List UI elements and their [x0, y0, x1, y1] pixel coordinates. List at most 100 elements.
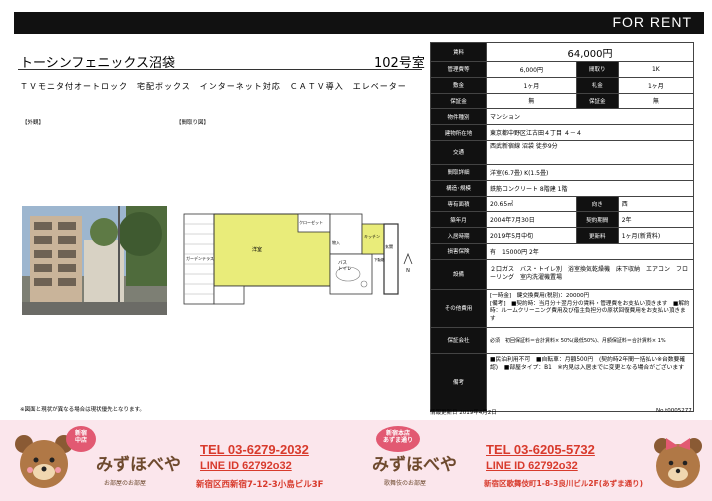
rent-value: 64,000円: [486, 42, 694, 62]
built-value: 2004年7月30日: [486, 211, 577, 229]
address-value: 東京都中野区江古田４丁目 ４－４: [486, 124, 694, 141]
brand-logo: みずほべや: [372, 455, 457, 475]
facilities-value: ２口ガス バス・トイレ別 浴室換気乾燥機 床下収納 エアコン フローリング 室内…: [486, 258, 694, 290]
spec-row-other: その他費用 [一時金] 鍵交換費用(税別)：20000円 [備考] ■契約時：当…: [430, 288, 694, 328]
renewal-value: 1ヶ月(新賃料): [617, 227, 695, 244]
for-rent-label: FOR RENT: [612, 14, 692, 30]
transport-value: 西武新宿線 沼袋 徒歩9分: [486, 139, 694, 165]
renewal-label: 更新料: [575, 227, 619, 244]
insurance-value: 有 15000円 2年: [486, 242, 694, 260]
header-bar: FOR RENT: [14, 12, 704, 34]
transport-label: 交通: [430, 139, 487, 165]
built-label: 築年月: [430, 211, 487, 229]
spec-row-remarks: 備考 ■民泊利用不可 ■自転車：月額500円 (契約時2年間一括払い※台数要確認…: [430, 352, 694, 412]
shoe-box-label: 下駄箱: [374, 258, 385, 262]
remarks-value: ■民泊利用不可 ■自転車：月額500円 (契約時2年間一括払い※台数要確認) ■…: [486, 352, 694, 412]
key-money-label: 礼金: [575, 76, 619, 94]
entrance-label: 玄関: [385, 244, 393, 249]
guarantor-label: 保証会社: [430, 326, 487, 354]
spec-row-transport: 交通 西武新宿線 沼袋 徒歩9分: [430, 139, 694, 165]
guarantee-value: 無: [486, 92, 577, 110]
mgmt-label: 管理費等: [430, 61, 487, 78]
other-costs-label: その他費用: [430, 288, 487, 328]
updated-date: 情報更新日 2019年4月2日: [430, 410, 497, 416]
type-label: 物件種別: [430, 108, 487, 126]
svg-text:N: N: [406, 268, 410, 274]
contract-label: 契約期間: [575, 211, 619, 229]
banner-right: 新宿本店 あずま通り みずほべや 歌舞伎のお部屋 TEL 03-6205-573…: [356, 420, 712, 501]
brand-tagline: 歌舞伎のお部屋: [384, 480, 427, 487]
exterior-photo: [22, 206, 167, 315]
rent-label: 賃料: [430, 42, 487, 62]
spec-row-address: 建物所在地 東京都中野区江古田４丁目 ４－４: [430, 124, 694, 141]
structure-label: 構造･規模: [430, 179, 487, 197]
storage-label: 物入: [332, 240, 340, 245]
movein-label: 入居時期: [430, 227, 487, 244]
phone-number[interactable]: TEL 03-6205-5732: [486, 442, 595, 457]
key-money-value: 1ヶ月: [617, 76, 695, 94]
movein-value: 2019年5月中旬: [486, 227, 577, 244]
deposit-label: 敷金: [430, 76, 487, 94]
spec-row-rent: 賃料 64,000円: [430, 42, 694, 62]
spec-row-insurance: 損害保険 有 15000円 2年: [430, 242, 694, 260]
guarantee2-value: 無: [617, 92, 695, 110]
plan-disclaimer: ※図面と現状が異なる場合は現状優先となります。: [20, 407, 145, 413]
garden-label: ガーデンテラス: [186, 256, 214, 261]
store-badge: 新宿 中店: [66, 426, 96, 452]
contract-value: 2年: [617, 211, 695, 229]
type-value: マンション: [486, 108, 694, 126]
spec-row-deposit: 敷金 1ヶ月 礼金 1ヶ月: [430, 76, 695, 94]
spec-row-mgmt: 管理費等 6,000円 間取り 1K: [430, 61, 695, 78]
exterior-label: 【外観】: [22, 120, 45, 126]
brand-logo: みずほべや: [96, 455, 181, 475]
layout-type-label: 間取り: [575, 61, 619, 78]
title-divider: [18, 69, 422, 70]
facilities-label: 設備: [430, 258, 487, 290]
spec-row-movein: 入居時期 2019年5月中旬 更新料 1ヶ月(新賃料): [430, 227, 695, 244]
floor-plan: N ガーデンテラス 洋室 クローゼット キッチン 物入 バス トイレ 下駄箱 玄…: [178, 204, 418, 314]
spec-row-area: 専有面積 20.65㎡ 向き 西: [430, 195, 695, 213]
spec-row-guarantor: 保証会社 必須 初回保証料＝合計賃料× 50%(最低50%)、月額保証料＝合計賃…: [430, 326, 694, 354]
area-label: 専有面積: [430, 195, 487, 213]
brand-tagline: お部屋のお部屋: [104, 480, 147, 487]
spec-row-built: 築年月 2004年7月30日 契約期間 2年: [430, 211, 695, 229]
spec-row-type: 物件種別 マンション: [430, 108, 694, 126]
phone-number[interactable]: TEL 03-6279-2032: [200, 442, 309, 457]
direction-value: 西: [617, 195, 695, 213]
reference-number: No.t0005277: [656, 408, 692, 414]
guarantee2-label: 保証金: [575, 92, 619, 110]
spec-row-facilities: 設備 ２口ガス バス・トイレ別 浴室換気乾燥機 床下収納 エアコン フローリング…: [430, 258, 694, 290]
layout-label: 【間取り図】: [176, 120, 210, 126]
direction-label: 向き: [575, 195, 619, 213]
feature-list: ＴＶモニタ付オートロック 宅配ボックス インターネット対応 ＣＡＴＶ導入 エレベ…: [20, 82, 407, 91]
western-room-label: 洋室: [252, 247, 263, 253]
closet-label: クローゼット: [299, 220, 323, 225]
spec-row-rooms: 間取詳細 洋室(6.7畳) K(1.5畳): [430, 163, 694, 181]
rooms-label: 間取詳細: [430, 163, 487, 181]
spec-row-structure: 構造･規模 鉄筋コンクリート 8階建 1階: [430, 179, 694, 197]
area-value: 20.65㎡: [486, 195, 577, 213]
store-address: 新宿区西新宿7-12-3小島ビル3F: [196, 480, 324, 490]
address-label: 建物所在地: [430, 124, 487, 141]
guarantee-label: 保証金: [430, 92, 487, 110]
spec-table: 賃料 64,000円 管理費等 6,000円 間取り 1K 敷金 1ヶ月 礼金 …: [430, 42, 695, 412]
layout-type-value: 1K: [617, 61, 695, 78]
remarks-label: 備考: [430, 352, 487, 412]
store-badge: 新宿本店 あずま通り: [376, 426, 420, 452]
deposit-value: 1ヶ月: [486, 76, 577, 94]
store-address: 新宿区歌舞伎町1-8-3良川ビル2F(あずま通り): [484, 479, 644, 488]
rooms-value: 洋室(6.7畳) K(1.5畳): [486, 163, 694, 181]
insurance-label: 損害保険: [430, 242, 487, 260]
line-id: LINE ID 62792o32: [200, 460, 292, 472]
bear-mascot-icon: [654, 438, 702, 488]
guarantor-value: 必須 初回保証料＝合計賃料× 50%(最低50%)、月額保証料＝合計賃料× 1%: [486, 326, 694, 354]
kitchen-label: キッチン: [364, 234, 380, 239]
line-id: LINE ID 62792o32: [486, 460, 578, 472]
spec-row-guarantee: 保証金 無 保証金 無: [430, 92, 695, 110]
other-costs-value: [一時金] 鍵交換費用(税別)：20000円 [備考] ■契約時：当月分＋翌月分…: [486, 288, 694, 328]
structure-value: 鉄筋コンクリート 8階建 1階: [486, 179, 694, 197]
bath-label: バス トイレ: [338, 261, 352, 272]
mgmt-value: 6,000円: [486, 61, 577, 78]
banner-left: 新宿 中店 みずほべや お部屋のお部屋 TEL 03-6279-2032 LIN…: [0, 420, 356, 501]
agency-banner: 新宿 中店 みずほべや お部屋のお部屋 TEL 03-6279-2032 LIN…: [0, 420, 712, 501]
